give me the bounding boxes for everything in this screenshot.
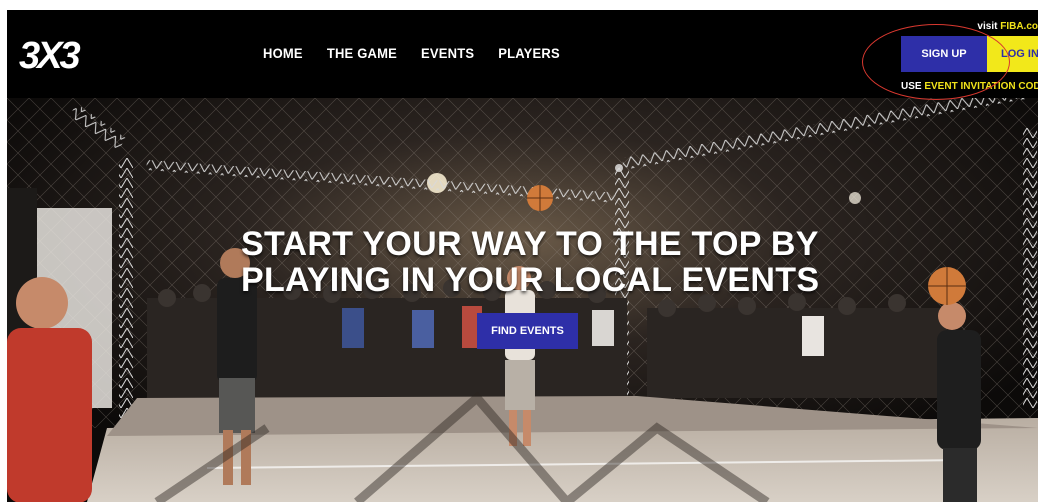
fiba-link-text[interactable]: FIBA.co — [1000, 21, 1038, 32]
stadium-light — [849, 192, 861, 204]
player-right — [937, 302, 981, 502]
hero-background-photo — [7, 98, 1038, 502]
3x3-logo[interactable]: 3X3 — [17, 32, 95, 74]
hero-headline-line1: START YOUR WAY TO THE TOP BY — [241, 225, 819, 263]
nav-the-game[interactable]: THE GAME — [327, 46, 397, 62]
nav-events[interactable]: EVENTS — [421, 46, 474, 62]
svg-text:3X3: 3X3 — [19, 35, 80, 74]
hero-headline: START YOUR WAY TO THE TOP BY PLAYING IN … — [241, 226, 841, 298]
invite-link-text[interactable]: EVENT INVITATION COD — [924, 81, 1038, 92]
main-nav: HOME THE GAME EVENTS PLAYERS — [263, 46, 584, 62]
nav-players[interactable]: PLAYERS — [498, 46, 560, 62]
invite-prefix: USE — [901, 81, 925, 92]
visit-prefix: visit — [977, 21, 1001, 32]
truss-post-right — [1023, 128, 1037, 408]
find-events-button[interactable]: FIND EVENTS — [477, 313, 578, 349]
hero-section: START YOUR WAY TO THE TOP BY PLAYING IN … — [7, 98, 1038, 502]
event-invitation-code-link[interactable]: USE EVENT INVITATION COD — [901, 81, 1038, 92]
site-header: 3X3 HOME THE GAME EVENTS PLAYERS visit F… — [7, 10, 1038, 98]
visit-fiba-link[interactable]: visit FIBA.co — [977, 21, 1038, 32]
hero-headline-line2: PLAYING IN YOUR LOCAL EVENTS — [241, 261, 820, 299]
nav-home[interactable]: HOME — [263, 46, 303, 62]
sign-up-button[interactable]: SIGN UP — [901, 36, 987, 72]
browser-viewport: 3X3 HOME THE GAME EVENTS PLAYERS visit F… — [7, 10, 1038, 502]
truss-post-left — [119, 158, 133, 418]
log-in-button[interactable]: LOG IN — [987, 36, 1038, 72]
